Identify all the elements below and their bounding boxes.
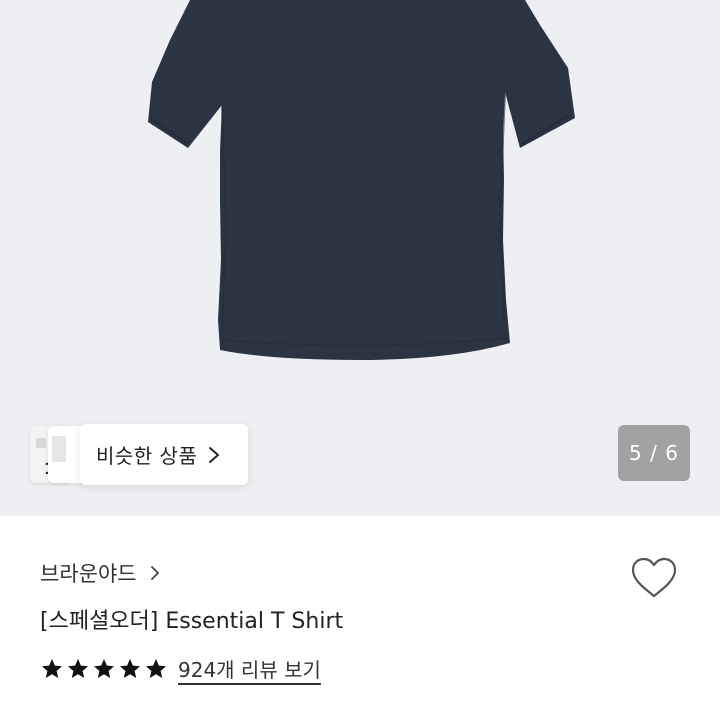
product-title: [스페셜오더] Essential T Shirt	[40, 609, 344, 634]
star-icon	[68, 658, 88, 678]
similar-products-label: 비슷한 상품	[96, 444, 198, 468]
brand-link[interactable]: 브라운야드	[40, 558, 161, 588]
star-icon	[94, 658, 114, 678]
wishlist-button[interactable]	[628, 552, 680, 604]
product-detail-screen: 1 비슷한 상품 5 / 6 브라운야드	[0, 0, 720, 720]
similar-products-pill[interactable]: 비슷한 상품	[80, 424, 248, 485]
brand-name: 브라운야드	[40, 562, 137, 586]
rating-row: 924개 리뷰 보기	[40, 654, 321, 683]
product-info: 브라운야드 [스페셜오더] Essential T Shirt 924개 리뷰 …	[0, 516, 720, 720]
tshirt-shape	[148, 0, 575, 360]
star-icon	[42, 658, 62, 678]
reviews-link[interactable]: 924개 리뷰 보기	[178, 654, 321, 683]
chevron-right-icon	[150, 566, 159, 580]
chevron-right-icon	[209, 446, 220, 463]
heart-icon	[631, 557, 677, 598]
rating-stars	[40, 657, 170, 681]
star-icon	[120, 658, 140, 678]
image-page-indicator: 5 / 6	[618, 425, 690, 481]
product-image-gallery[interactable]: 1 비슷한 상품 5 / 6	[0, 0, 720, 516]
star-icon	[146, 658, 166, 678]
similar-products-button[interactable]: 1 비슷한 상품	[30, 424, 248, 485]
